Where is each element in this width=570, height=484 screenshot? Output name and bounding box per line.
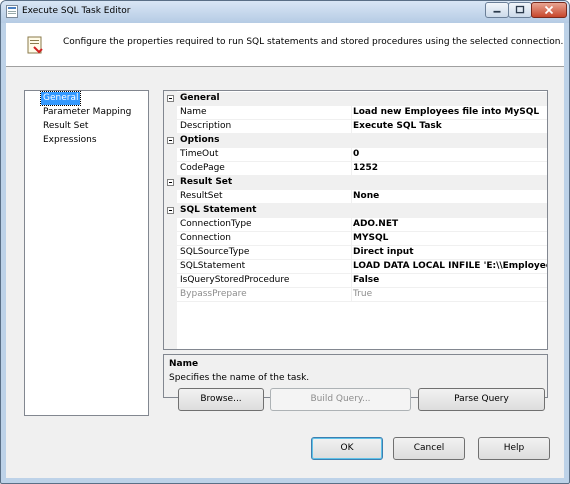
- property-value[interactable]: 0: [353, 149, 359, 159]
- property-value[interactable]: False: [353, 275, 379, 285]
- maximize-button[interactable]: [508, 2, 532, 18]
- collapse-icon[interactable]: [167, 179, 174, 186]
- nav-item-result-set[interactable]: Result Set: [41, 120, 90, 133]
- category-result-set[interactable]: Result Set: [164, 176, 547, 190]
- property-value[interactable]: None: [353, 191, 379, 201]
- collapse-icon[interactable]: [167, 137, 174, 144]
- help-button[interactable]: Help: [478, 437, 550, 460]
- category-label: General: [180, 93, 220, 103]
- property-row-codepage[interactable]: CodePage 1252: [164, 162, 547, 176]
- property-row-sqlstatement[interactable]: SQLStatement LOAD DATA LOCAL INFILE 'E:\…: [164, 260, 547, 274]
- property-value[interactable]: Load new Employees file into MySQL: [353, 107, 539, 117]
- category-label: Result Set: [180, 177, 233, 187]
- property-value: True: [353, 289, 373, 299]
- property-row-name[interactable]: Name Load new Employees file into MySQL: [164, 106, 547, 120]
- close-icon: [544, 5, 554, 15]
- property-value[interactable]: 1252: [353, 163, 378, 173]
- property-row-sqlsourcetype[interactable]: SQLSourceType Direct input: [164, 246, 547, 260]
- header-description: Configure the properties required to run…: [63, 37, 564, 47]
- header-banner: Configure the properties required to run…: [6, 23, 564, 66]
- dialog-body: Configure the properties required to run…: [6, 23, 564, 478]
- sql-task-icon: [27, 36, 43, 54]
- maximize-icon: [515, 5, 525, 14]
- window-icon: [6, 5, 18, 18]
- build-query-button: Build Query...: [270, 388, 411, 411]
- minimize-icon: [493, 10, 501, 13]
- property-row-connectiontype[interactable]: ConnectionType ADO.NET: [164, 218, 547, 232]
- property-row-timeout[interactable]: TimeOut 0: [164, 148, 547, 162]
- nav-list[interactable]: General Parameter Mapping Result Set Exp…: [24, 90, 149, 416]
- cancel-button[interactable]: Cancel: [393, 437, 465, 460]
- window-title: Execute SQL Task Editor: [22, 6, 131, 16]
- property-value[interactable]: Direct input: [353, 247, 414, 257]
- property-row-bypassprepare: BypassPrepare True: [164, 288, 547, 302]
- property-name: CodePage: [180, 163, 225, 173]
- property-name: ConnectionType: [180, 219, 252, 229]
- collapse-icon[interactable]: [167, 95, 174, 102]
- nav-item-general[interactable]: General: [39, 91, 82, 106]
- close-button[interactable]: [531, 2, 567, 18]
- description-text: Specifies the name of the task.: [169, 373, 310, 383]
- minimize-button[interactable]: [485, 2, 509, 18]
- category-label: SQL Statement: [180, 205, 257, 215]
- property-row-resultset[interactable]: ResultSet None: [164, 190, 547, 204]
- header-divider: [6, 66, 564, 67]
- category-sql-statement[interactable]: SQL Statement: [164, 204, 547, 218]
- category-general[interactable]: General: [164, 92, 547, 106]
- property-name: IsQueryStoredProcedure: [180, 275, 290, 285]
- property-name: BypassPrepare: [180, 289, 247, 299]
- nav-item-parameter-mapping[interactable]: Parameter Mapping: [41, 106, 133, 119]
- property-row-isquerystoredprocedure[interactable]: IsQueryStoredProcedure False: [164, 274, 547, 288]
- property-name: SQLSourceType: [180, 247, 250, 257]
- property-value[interactable]: Execute SQL Task: [353, 121, 442, 131]
- description-title: Name: [169, 359, 199, 369]
- property-name: Description: [180, 121, 232, 131]
- property-name: TimeOut: [180, 149, 219, 159]
- category-options[interactable]: Options: [164, 134, 547, 148]
- property-row-description[interactable]: Description Execute SQL Task: [164, 120, 547, 134]
- ok-button[interactable]: OK: [311, 437, 383, 460]
- browse-button[interactable]: Browse...: [178, 388, 264, 411]
- nav-item-expressions[interactable]: Expressions: [41, 134, 99, 147]
- category-label: Options: [180, 135, 220, 145]
- property-value[interactable]: ADO.NET: [353, 219, 398, 229]
- collapse-icon[interactable]: [167, 207, 174, 214]
- property-grid[interactable]: General Name Load new Employees file int…: [163, 90, 548, 350]
- property-name: Connection: [180, 233, 231, 243]
- property-value[interactable]: LOAD DATA LOCAL INFILE 'E:\\Employees.tx…: [353, 261, 547, 271]
- property-name: ResultSet: [180, 191, 223, 201]
- property-name: Name: [180, 107, 207, 117]
- dialog-window: Execute SQL Task Editor Configure the pr…: [0, 0, 570, 484]
- parse-query-button[interactable]: Parse Query: [418, 388, 545, 411]
- property-name: SQLStatement: [180, 261, 246, 271]
- property-value[interactable]: MYSQL: [353, 233, 388, 243]
- title-bar[interactable]: Execute SQL Task Editor: [1, 1, 569, 23]
- property-row-connection[interactable]: Connection MYSQL: [164, 232, 547, 246]
